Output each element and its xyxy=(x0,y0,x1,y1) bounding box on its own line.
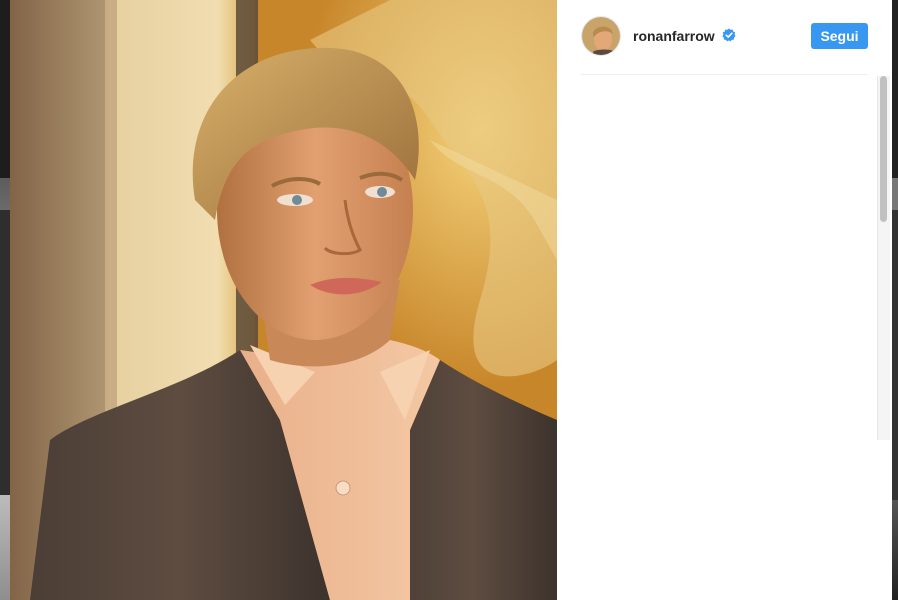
scrollbar-thumb[interactable] xyxy=(880,76,887,222)
header-divider xyxy=(581,74,868,75)
post-side-panel: ronanfarrow Segui xyxy=(557,0,892,600)
verified-badge-icon xyxy=(722,28,736,42)
post-modal: ronanfarrow Segui xyxy=(10,0,892,600)
portrait-image xyxy=(10,0,557,600)
post-header: ronanfarrow Segui xyxy=(581,16,868,56)
follow-button[interactable]: Segui xyxy=(811,23,868,49)
avatar[interactable] xyxy=(581,16,621,56)
comments-scrollbar[interactable] xyxy=(877,76,890,440)
background-feed-right xyxy=(892,0,898,600)
background-feed-left xyxy=(0,0,10,600)
username-link[interactable]: ronanfarrow xyxy=(633,28,715,44)
post-photo xyxy=(10,0,557,600)
